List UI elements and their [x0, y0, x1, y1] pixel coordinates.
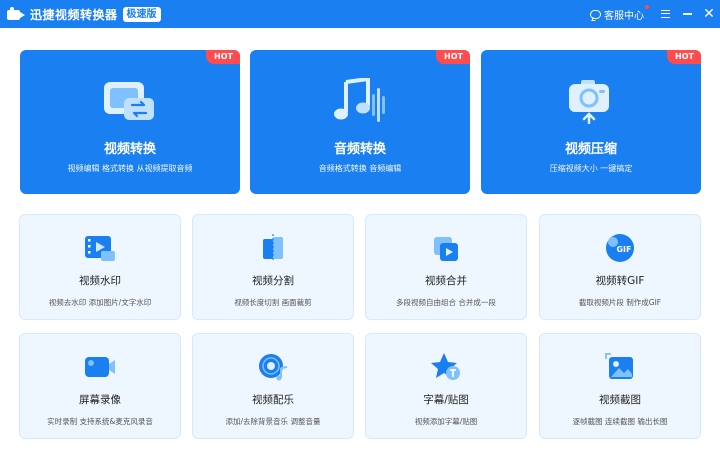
close-button[interactable]: ✕ — [698, 0, 720, 28]
merge-icon — [434, 237, 458, 261]
screen-record-card[interactable]: 屏幕录像 实时录制 支持系统&麦克风录音 — [19, 333, 181, 439]
split-icon — [263, 234, 283, 262]
video-convert-icon — [104, 82, 154, 120]
app-title: 迅捷视频转换器 — [30, 7, 118, 22]
audio-convert-card[interactable]: HOT 音频转换 音频格式转换 音频编辑 — [250, 50, 470, 194]
card-title: 视频转GIF — [595, 275, 645, 287]
audio-convert-icon — [334, 78, 385, 122]
menu-button[interactable] — [654, 0, 676, 28]
subtitle-icon — [431, 353, 460, 380]
card-subtitle: 截取视频片段 制作成GIF — [578, 298, 662, 307]
card-subtitle: 视频去水印 添加图片/文字水印 — [48, 298, 152, 307]
title-bar: 迅捷视频转换器 极速版 客服中心 ✕ — [0, 0, 720, 28]
minimize-icon — [682, 13, 692, 15]
chat-bubble-icon — [590, 9, 601, 19]
card-title: 视频水印 — [79, 275, 121, 287]
app-logo-icon — [7, 7, 25, 21]
edition-badge: 极速版 — [122, 6, 161, 22]
video-watermark-card[interactable]: 视频水印 视频去水印 添加图片/文字水印 — [19, 214, 181, 320]
screen-record-icon — [85, 357, 115, 377]
card-title: 字幕/贴图 — [423, 394, 469, 406]
video-compress-card[interactable]: HOT 视频压缩 压缩视频大小 一键搞定 — [481, 50, 701, 194]
hot-badge: HOT — [667, 50, 701, 64]
close-icon: ✕ — [703, 6, 715, 22]
card-title: 视频分割 — [252, 275, 294, 287]
subtitle-sticker-card[interactable]: 字幕/贴图 视频添加字幕/贴图 — [365, 333, 527, 439]
video-compress-icon — [569, 80, 609, 124]
card-subtitle: 视频编辑 格式转换 从视频提取音频 — [67, 164, 193, 173]
minimize-button[interactable] — [676, 0, 698, 28]
video-screenshot-card[interactable]: 视频截图 逐帧截图 连续截图 输出长图 — [539, 333, 701, 439]
card-subtitle: 音频格式转换 音频编辑 — [318, 164, 402, 173]
card-subtitle: 视频长度切割 画面裁剪 — [234, 298, 312, 307]
screenshot-icon — [605, 353, 633, 379]
gif-icon-text: GIF — [616, 245, 631, 254]
card-title: 视频合并 — [425, 275, 467, 287]
video-music-card[interactable]: 视频配乐 添加/去除背景音乐 调整音量 — [192, 333, 354, 439]
menu-icon — [660, 10, 670, 18]
card-title: 视频压缩 — [564, 142, 617, 157]
card-title: 视频转换 — [103, 142, 156, 157]
card-subtitle: 多段视频自由组合 合并成一段 — [396, 298, 496, 307]
video-split-card[interactable]: 视频分割 视频长度切割 画面裁剪 — [192, 214, 354, 320]
support-center-button[interactable]: 客服中心 — [590, 4, 649, 22]
watermark-icon — [85, 236, 115, 261]
video-merge-card[interactable]: 视频合并 多段视频自由组合 合并成一段 — [365, 214, 527, 320]
card-subtitle: 实时录制 支持系统&麦克风录音 — [47, 417, 153, 426]
card-title: 视频配乐 — [252, 394, 294, 406]
hot-badge: HOT — [206, 50, 240, 64]
music-icon — [259, 354, 288, 381]
card-subtitle: 压缩视频大小 一键搞定 — [549, 164, 633, 173]
notification-dot — [645, 4, 649, 9]
support-center-label: 客服中心 — [604, 10, 644, 22]
card-subtitle: 添加/去除背景音乐 调整音量 — [225, 417, 321, 426]
hot-badge: HOT — [436, 50, 470, 64]
card-subtitle: 视频添加字幕/贴图 — [414, 417, 478, 426]
card-title: 视频截图 — [599, 394, 641, 406]
video-convert-card[interactable]: HOT 视频转换 视频编辑 格式转换 从视频提取音频 — [20, 50, 240, 194]
card-subtitle: 逐帧截图 连续截图 输出长图 — [572, 417, 668, 426]
gif-icon: GIF — [606, 234, 634, 262]
video-to-gif-card[interactable]: GIF 视频转GIF 截取视频片段 制作成GIF — [539, 214, 701, 320]
card-title: 音频转换 — [333, 142, 386, 157]
card-title: 屏幕录像 — [79, 394, 121, 406]
